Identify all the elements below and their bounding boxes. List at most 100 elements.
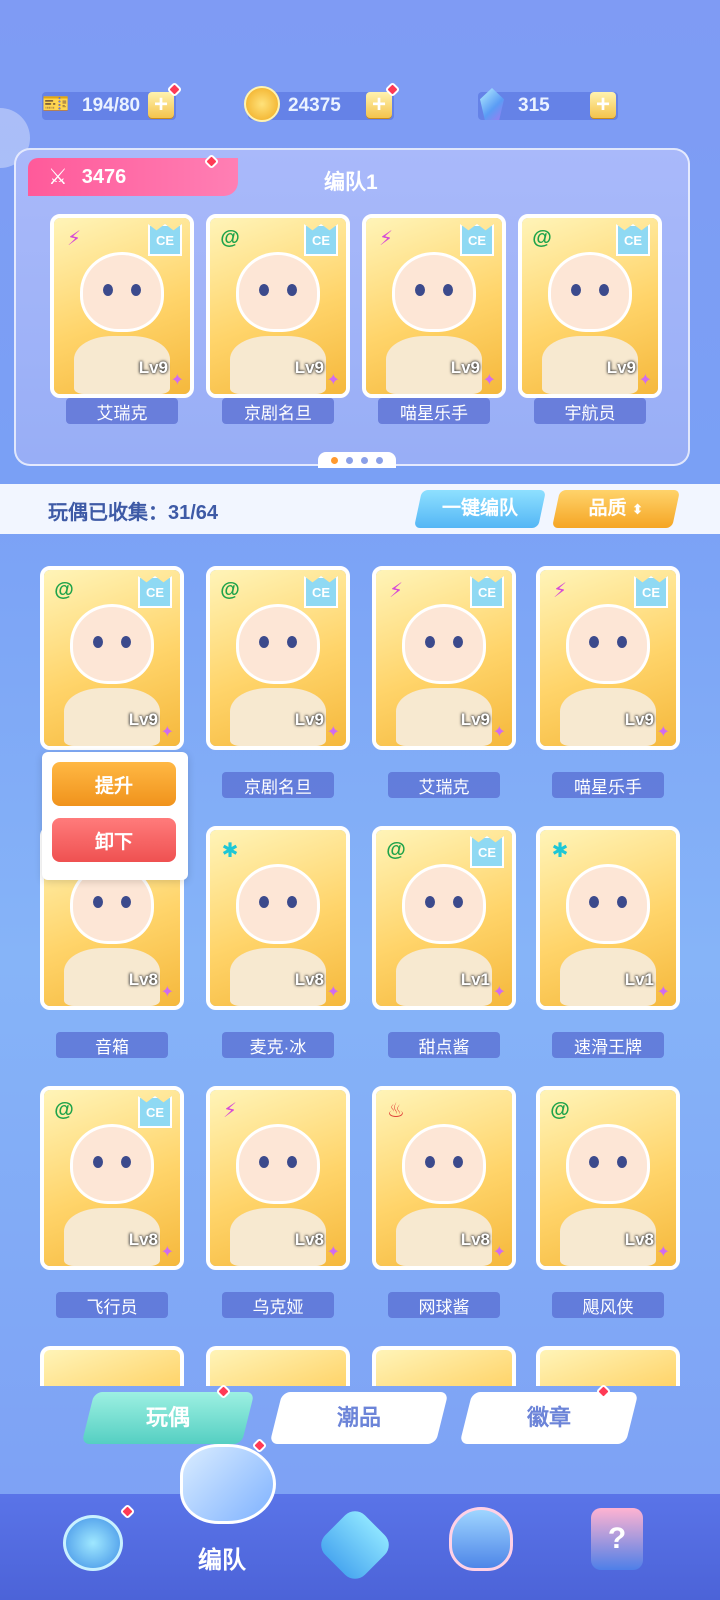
level-label: Lv8 [294,970,324,989]
ce-badge: CE [138,576,172,608]
trophy-icon [449,1507,513,1571]
character-name: 网球酱 [388,1292,500,1318]
quality-sort-button[interactable]: 品质 ⬍ [551,490,681,528]
coin-counter: 24375 + [244,81,401,122]
nav-mystery[interactable]: ? [582,1504,652,1574]
tab-badges[interactable]: 徽章 [459,1392,639,1444]
quick-team-button[interactable]: 一键编队 [413,490,547,528]
nav-team[interactable]: 编队 [162,1437,302,1600]
level-label: Lv9 [460,710,490,729]
ce-badge: CE [616,224,650,256]
page-dot [361,456,368,464]
add-gems-button[interactable]: + [590,92,616,118]
team-power-value: 3476 [81,165,127,188]
ce-badge: CE [470,576,504,608]
rank-star-icon: ✦ [326,984,340,1001]
snowflake-icon: ✱ [551,839,569,862]
page-dot-active [331,456,338,464]
doll-card-partial[interactable] [206,1346,350,1386]
doll-card[interactable]: ♨ Lv8 ✦ [372,1086,516,1270]
doll-card[interactable]: ⚡ CE Lv9 ✦ [536,566,680,750]
level-label: Lv1 [624,970,654,989]
quick-team-label: 一键编队 [441,498,518,519]
team-title: 编队1 [324,171,378,194]
whistle-icon [180,1444,276,1524]
rank-star-icon: ✦ [160,984,174,1001]
team-slot-card[interactable]: ⚡ CE Lv9 ✦ [362,214,506,398]
upgrade-button[interactable]: 提升 [52,762,176,806]
character-name: 京剧名旦 [222,398,334,424]
character-name: 宇航员 [534,398,646,424]
spiral-icon: @ [532,226,552,249]
team-slot-card[interactable]: ⚡ CE Lv9 ✦ [50,214,194,398]
doll-card-partial[interactable] [40,1346,184,1386]
rank-star-icon: ✦ [326,372,340,389]
rank-star-icon: ✦ [326,724,340,741]
coin-value: 24375 [288,95,341,116]
rank-star-icon: ✦ [482,372,496,389]
level-label: Lv1 [460,970,490,989]
character-name: 喵星乐手 [552,772,664,798]
rank-star-icon: ✦ [656,724,670,741]
doll-card[interactable]: ⚡ CE Lv9 ✦ [372,566,516,750]
character-name: 音箱 [56,1032,168,1058]
team-slot-card[interactable]: @ CE Lv9 ✦ [206,214,350,398]
remove-button[interactable]: 卸下 [52,818,176,862]
doll-card-partial[interactable] [536,1346,680,1386]
spiral-icon: @ [386,838,406,861]
tab-dolls[interactable]: 玩偶 [81,1392,255,1444]
stamina-counter: 🎫 194/80 + [42,81,183,122]
doll-card[interactable]: ⚡ Lv8 ✦ [206,1086,350,1270]
doll-card[interactable]: @ CE Lv8 ✦ [40,1086,184,1270]
doll-card[interactable]: @ CE Lv1 ✦ [372,826,516,1010]
doll-card[interactable]: @ CE Lv9 ✦ [206,566,350,750]
rank-star-icon: ✦ [160,1244,174,1261]
rank-star-icon: ✦ [492,1244,506,1261]
tab-badges-label: 徽章 [526,1405,571,1430]
nav-rankings[interactable] [446,1504,516,1574]
level-label: Lv9 [294,710,324,729]
lightning-icon: ⚡ [378,227,394,250]
ce-badge: CE [304,576,338,608]
level-label: Lv8 [460,1230,490,1249]
mystery-box-icon: ? [591,1508,643,1570]
character-name: 京剧名旦 [222,772,334,798]
level-label: Lv9 [624,710,654,729]
character-name: 甜点酱 [388,1032,500,1058]
lightning-icon: ⚡ [66,227,82,250]
doll-card[interactable]: @ Lv8 ✦ [536,1086,680,1270]
level-label: Lv9 [138,358,168,377]
coin-icon [242,84,282,124]
spiral-icon: @ [54,1098,74,1121]
nav-team-label: 编队 [198,1547,246,1574]
doll-card[interactable]: ✱ Lv1 ✦ [536,826,680,1010]
team-slot-card[interactable]: @ CE Lv9 ✦ [518,214,662,398]
add-coins-button[interactable]: + [366,92,392,118]
doll-card[interactable]: ✱ Lv8 ✦ [206,826,350,1010]
crossed-swords-icon: ⚔ [48,164,68,189]
level-label: Lv9 [294,358,324,377]
nav-events[interactable] [315,1505,395,1585]
nav-gacha[interactable] [58,1508,128,1578]
rank-star-icon: ✦ [656,984,670,1001]
sort-arrows-icon: ⬍ [631,501,644,517]
level-label: Lv8 [128,970,158,989]
ce-badge: CE [138,1096,172,1128]
gem-value: 315 [518,95,550,116]
snowflake-icon: ✱ [221,839,239,862]
quality-label: 品质 [588,498,627,519]
ticket-icon: 🎫 [42,91,70,116]
ce-badge: CE [634,576,668,608]
character-name: 艾瑞克 [388,772,500,798]
rank-star-icon: ✦ [326,1244,340,1261]
doll-card[interactable]: @ CE Lv9 ✦ [40,566,184,750]
character-name: 速滑王牌 [552,1032,664,1058]
rank-star-icon: ✦ [492,724,506,741]
tab-trendy-label: 潮品 [336,1405,381,1430]
spiral-icon: @ [220,578,240,601]
doll-card-partial[interactable] [372,1346,516,1386]
capsule-machine-icon [63,1515,123,1571]
add-stamina-button[interactable]: + [148,92,174,118]
tab-trendy[interactable]: 潮品 [269,1392,449,1444]
stamina-value: 194/80 [82,95,141,116]
